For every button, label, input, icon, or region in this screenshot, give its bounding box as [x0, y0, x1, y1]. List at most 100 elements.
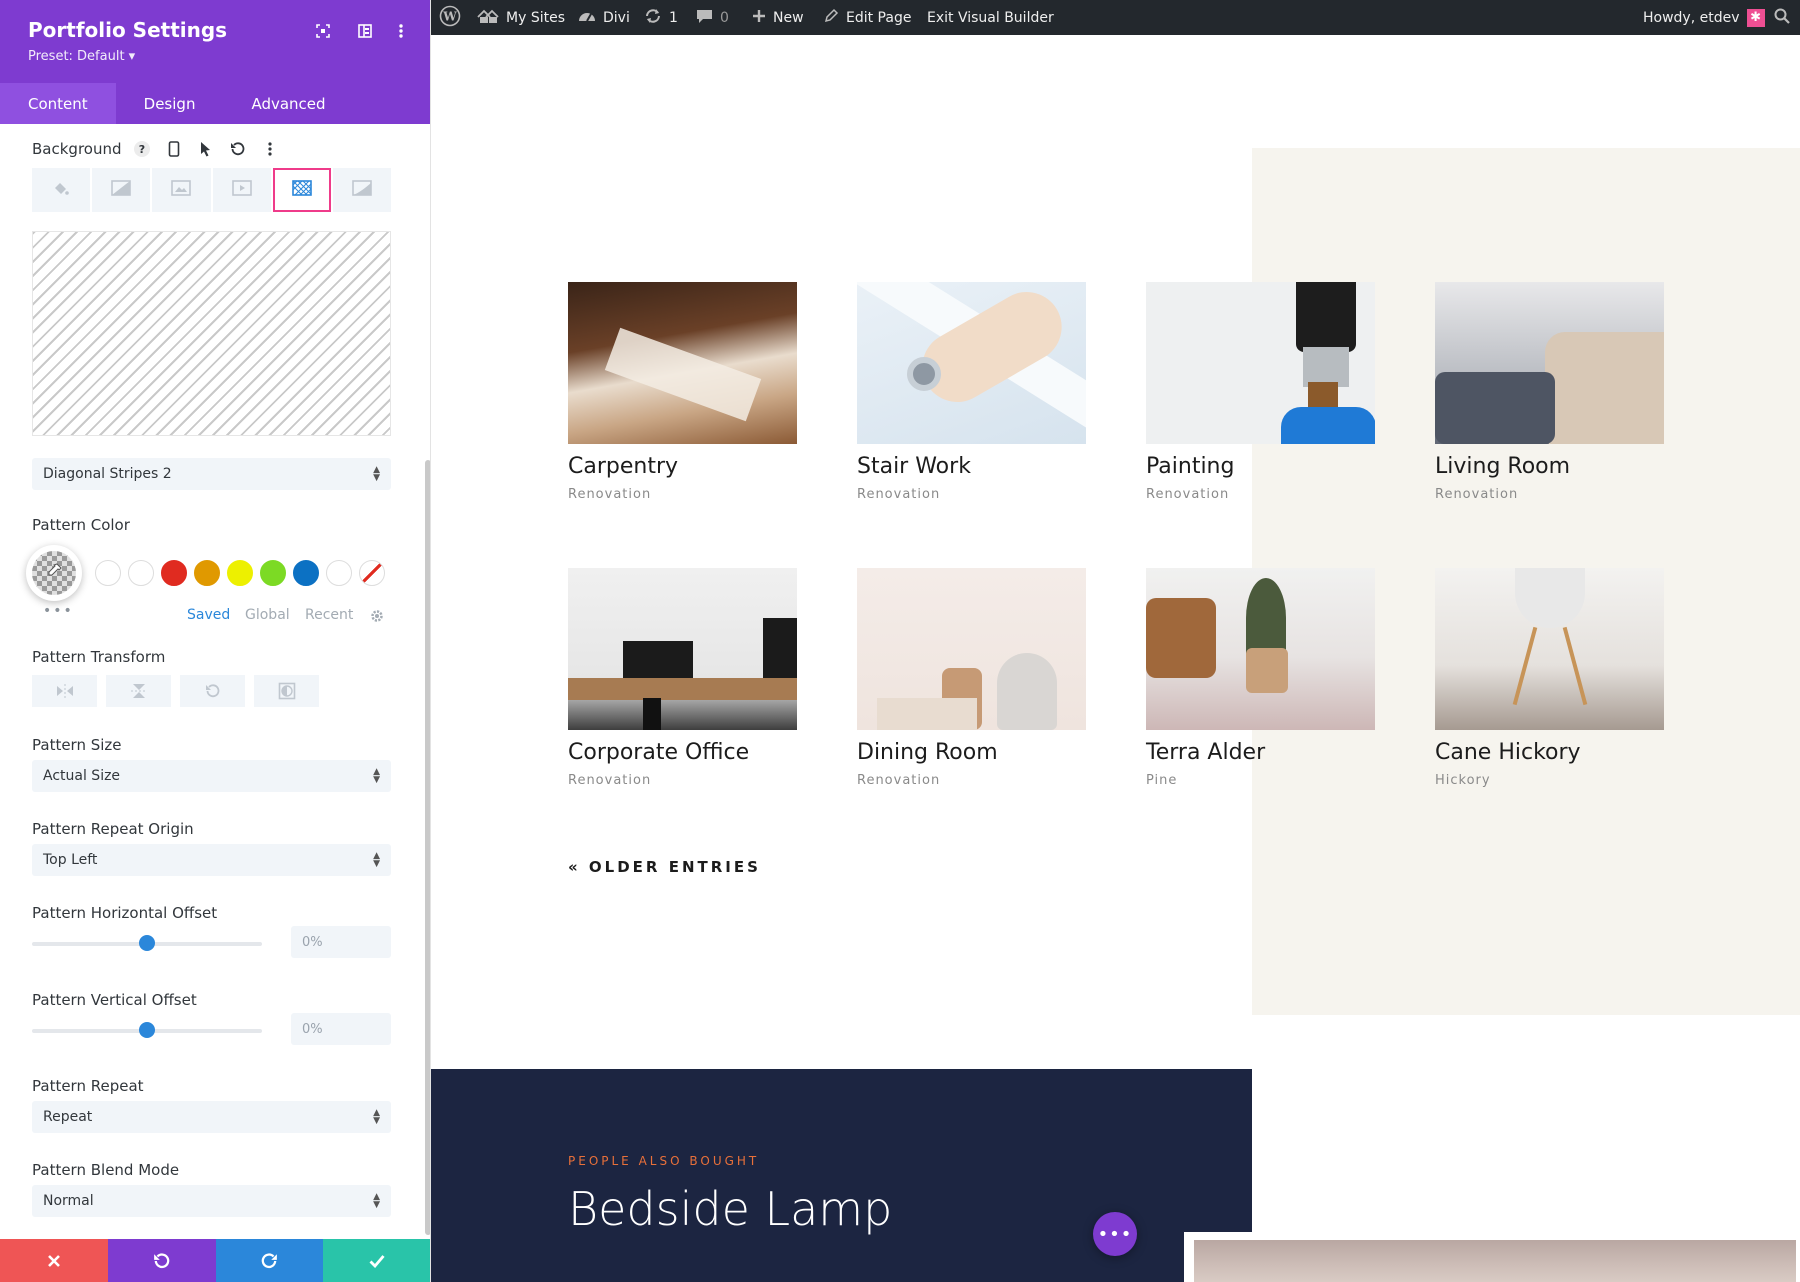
- hover-pointer-icon[interactable]: [194, 138, 218, 160]
- portfolio-image-living-room[interactable]: [1435, 282, 1664, 444]
- portfolio-title[interactable]: Corporate Office: [568, 740, 797, 765]
- panel-tabs: Content Design Advanced: [0, 83, 354, 124]
- swatch-yellow[interactable]: [227, 560, 253, 586]
- product-image[interactable]: [1194, 1240, 1796, 1282]
- portfolio-title[interactable]: Painting: [1146, 454, 1375, 479]
- options-icon[interactable]: [258, 138, 282, 160]
- pattern-repeat-label: Pattern Repeat: [32, 1077, 144, 1095]
- portfolio-item[interactable]: Carpentry Renovation: [568, 282, 797, 502]
- search-button[interactable]: [1774, 0, 1790, 35]
- portfolio-image-stair-work[interactable]: [857, 282, 1086, 444]
- pattern-style-select[interactable]: Diagonal Stripes 2 ▲ ▼: [32, 458, 391, 490]
- more-options-icon[interactable]: [388, 18, 414, 44]
- bg-gradient-tab[interactable]: [92, 168, 151, 212]
- my-sites-menu[interactable]: My Sites: [477, 0, 565, 35]
- discard-button[interactable]: [0, 1239, 108, 1282]
- portfolio-category[interactable]: Renovation: [857, 773, 1086, 788]
- plus-icon: [752, 9, 766, 27]
- portfolio-category[interactable]: Pine: [1146, 773, 1375, 788]
- comments-menu[interactable]: 0: [696, 0, 729, 35]
- swatch-white-2[interactable]: [128, 560, 154, 586]
- portfolio-item[interactable]: Painting Renovation: [1146, 282, 1375, 502]
- horizontal-offset-slider[interactable]: [32, 935, 262, 951]
- portfolio-item[interactable]: Corporate Office Renovation: [568, 568, 797, 788]
- portfolio-item[interactable]: Cane Hickory Hickory: [1435, 568, 1664, 788]
- tab-recent-colors[interactable]: Recent: [305, 607, 353, 623]
- repeat-origin-select[interactable]: Top Left ▲ ▼: [32, 844, 391, 876]
- portfolio-image-corporate-office[interactable]: [568, 568, 797, 730]
- split-view-icon[interactable]: [352, 18, 378, 44]
- tab-global-colors[interactable]: Global: [245, 607, 290, 623]
- preset-dropdown[interactable]: Preset: Default ▾: [28, 49, 135, 64]
- swatch-none[interactable]: [359, 560, 385, 586]
- pattern-size-select[interactable]: Actual Size ▲ ▼: [32, 760, 391, 792]
- help-icon[interactable]: ?: [130, 138, 154, 160]
- rotate-icon[interactable]: [180, 675, 245, 707]
- color-picker-button[interactable]: [26, 545, 82, 601]
- new-content-menu[interactable]: New: [752, 0, 804, 35]
- more-colors-button[interactable]: •••: [43, 603, 74, 619]
- palette-settings-icon[interactable]: [369, 608, 385, 628]
- builder-menu-button[interactable]: •••: [1093, 1212, 1137, 1256]
- portfolio-category[interactable]: Renovation: [857, 487, 1086, 502]
- tab-design[interactable]: Design: [116, 83, 224, 124]
- older-entries-link[interactable]: « OLDER ENTRIES: [568, 858, 761, 876]
- vertical-offset-input[interactable]: 0%: [291, 1013, 391, 1045]
- portfolio-item[interactable]: Living Room Renovation: [1435, 282, 1664, 502]
- updates-menu[interactable]: 1: [644, 0, 678, 35]
- bg-color-tab[interactable]: [32, 168, 91, 212]
- portfolio-title[interactable]: Stair Work: [857, 454, 1086, 479]
- save-button[interactable]: [323, 1239, 430, 1282]
- portfolio-title[interactable]: Cane Hickory: [1435, 740, 1664, 765]
- portfolio-title[interactable]: Carpentry: [568, 454, 797, 479]
- exit-visual-builder-link[interactable]: Exit Visual Builder: [927, 0, 1054, 35]
- bg-video-tab[interactable]: [212, 168, 271, 212]
- flip-vertical-icon[interactable]: [106, 675, 171, 707]
- portfolio-image-terra-alder[interactable]: [1146, 568, 1375, 730]
- edit-page-link[interactable]: Edit Page: [824, 0, 911, 35]
- flip-horizontal-icon[interactable]: [32, 675, 97, 707]
- swatch-blue[interactable]: [293, 560, 319, 586]
- portfolio-title[interactable]: Terra Alder: [1146, 740, 1375, 765]
- swatch-orange[interactable]: [194, 560, 220, 586]
- portfolio-item[interactable]: Terra Alder Pine: [1146, 568, 1375, 788]
- portfolio-category[interactable]: Renovation: [1146, 487, 1375, 502]
- horizontal-offset-handle[interactable]: [139, 935, 155, 951]
- invert-icon[interactable]: [254, 675, 319, 707]
- tab-advanced[interactable]: Advanced: [223, 83, 353, 124]
- redo-button[interactable]: [215, 1239, 324, 1282]
- swatch-red[interactable]: [161, 560, 187, 586]
- reset-icon[interactable]: [226, 138, 250, 160]
- blend-mode-select[interactable]: Normal ▲ ▼: [32, 1185, 391, 1217]
- portfolio-title[interactable]: Dining Room: [857, 740, 1086, 765]
- pattern-repeat-select[interactable]: Repeat ▲ ▼: [32, 1101, 391, 1133]
- bg-pattern-tab[interactable]: [272, 168, 331, 212]
- divi-menu[interactable]: Divi: [578, 0, 630, 35]
- bg-mask-tab[interactable]: [332, 168, 392, 212]
- tab-saved-colors[interactable]: Saved: [187, 607, 230, 623]
- undo-button[interactable]: [107, 1239, 216, 1282]
- portfolio-category[interactable]: Renovation: [568, 773, 797, 788]
- portfolio-item[interactable]: Dining Room Renovation: [857, 568, 1086, 788]
- fullscreen-icon[interactable]: [310, 18, 336, 44]
- portfolio-category[interactable]: Hickory: [1435, 773, 1664, 788]
- portfolio-image-dining-room[interactable]: [857, 568, 1086, 730]
- bg-image-tab[interactable]: [152, 168, 211, 212]
- portfolio-category[interactable]: Renovation: [568, 487, 797, 502]
- vertical-offset-handle[interactable]: [139, 1022, 155, 1038]
- swatch-white-3[interactable]: [326, 560, 352, 586]
- swatch-white-1[interactable]: [95, 560, 121, 586]
- swatch-green[interactable]: [260, 560, 286, 586]
- portfolio-item[interactable]: Stair Work Renovation: [857, 282, 1086, 502]
- vertical-offset-slider[interactable]: [32, 1022, 262, 1038]
- portfolio-image-carpentry[interactable]: [568, 282, 797, 444]
- tab-content[interactable]: Content: [0, 83, 116, 124]
- portfolio-category[interactable]: Renovation: [1435, 487, 1664, 502]
- mobile-icon[interactable]: [162, 138, 186, 160]
- wordpress-logo-button[interactable]: W: [439, 0, 461, 35]
- portfolio-image-cane-hickory[interactable]: [1435, 568, 1664, 730]
- account-menu[interactable]: Howdy, etdev ✱: [1643, 0, 1765, 35]
- portfolio-title[interactable]: Living Room: [1435, 454, 1664, 479]
- horizontal-offset-input[interactable]: 0%: [291, 926, 391, 958]
- portfolio-image-painting[interactable]: [1146, 282, 1375, 444]
